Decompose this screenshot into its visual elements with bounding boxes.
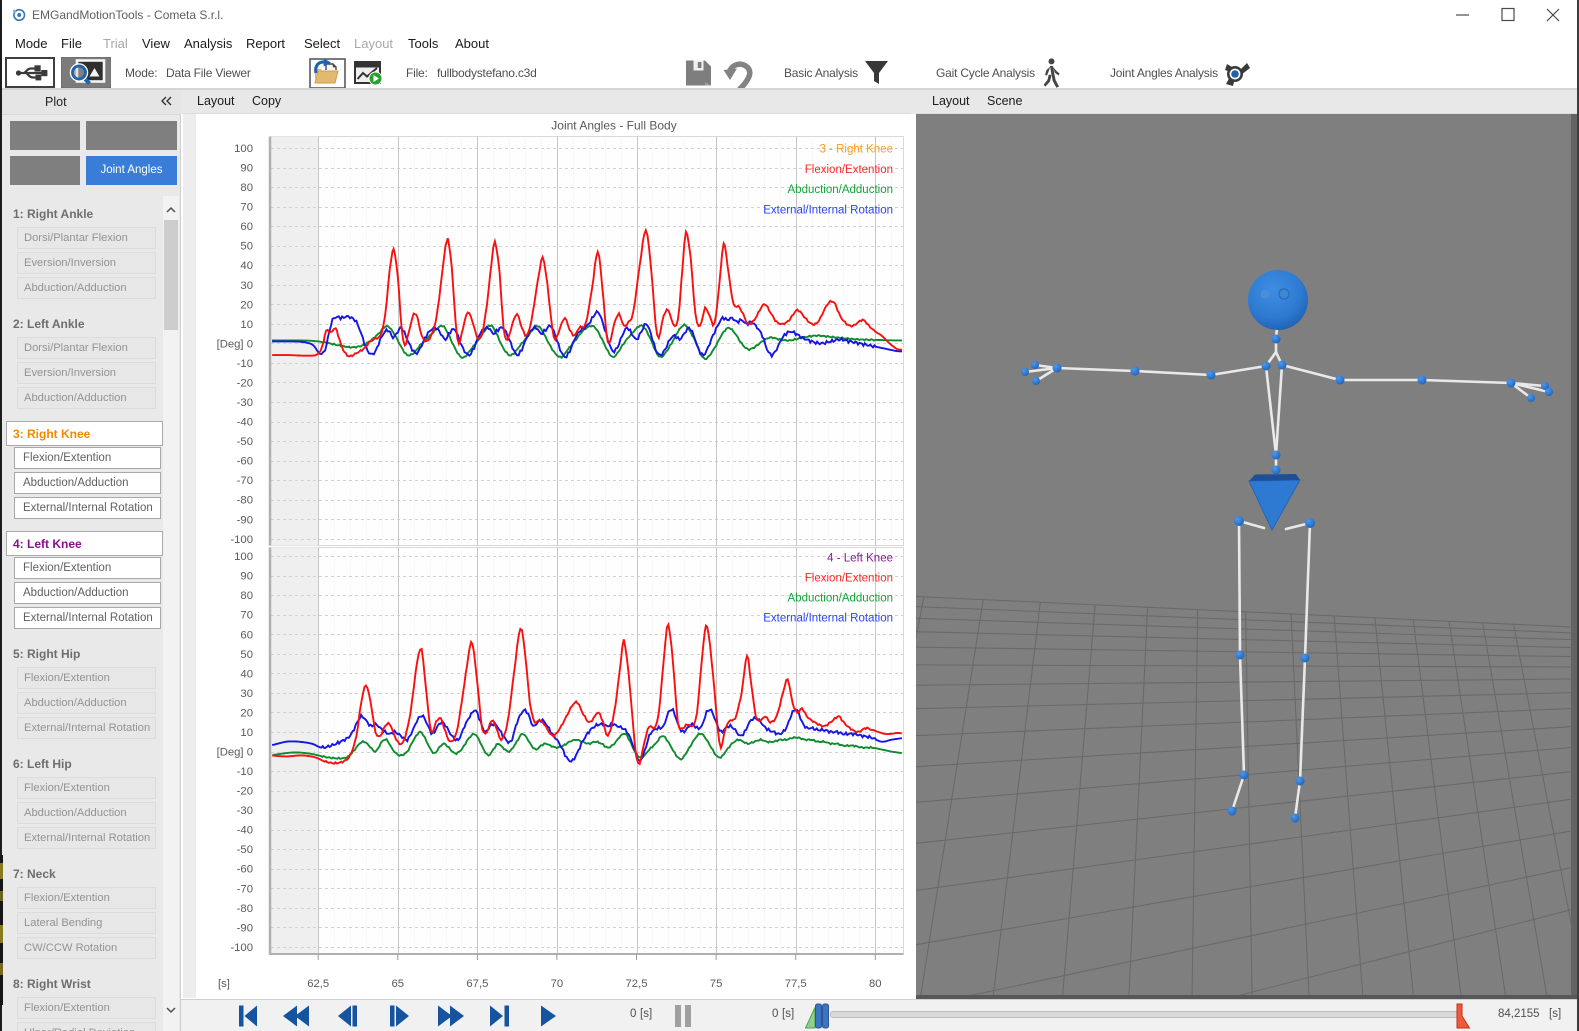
svg-text:-90: -90 — [237, 922, 253, 934]
svg-text:50: 50 — [240, 649, 253, 661]
svg-text:Joint Angles - Full Body: Joint Angles - Full Body — [551, 119, 676, 133]
svg-text:-10: -10 — [237, 766, 253, 778]
svg-text:[s]: [s] — [218, 978, 230, 990]
svg-text:72,5: 72,5 — [626, 978, 648, 990]
svg-text:-40: -40 — [237, 825, 253, 837]
svg-text:-70: -70 — [237, 883, 253, 895]
svg-text:[Deg] 0: [Deg] 0 — [217, 338, 253, 350]
svg-text:-20: -20 — [237, 786, 253, 798]
svg-text:-80: -80 — [237, 903, 253, 915]
svg-text:-50: -50 — [237, 844, 253, 856]
svg-text:67,5: 67,5 — [466, 978, 488, 990]
svg-text:70: 70 — [240, 202, 253, 214]
svg-text:-70: -70 — [237, 475, 253, 487]
svg-text:-30: -30 — [237, 397, 253, 409]
svg-text:-60: -60 — [237, 864, 253, 876]
svg-text:10: 10 — [240, 319, 253, 331]
svg-text:Flexion/Extention: Flexion/Extention — [805, 573, 893, 585]
svg-text:-100: -100 — [230, 534, 253, 546]
svg-text:-50: -50 — [237, 436, 253, 448]
svg-text:80: 80 — [240, 590, 253, 602]
svg-text:-60: -60 — [237, 456, 253, 468]
svg-text:40: 40 — [240, 260, 253, 272]
svg-text:Flexion/Extention: Flexion/Extention — [805, 164, 893, 176]
svg-text:External/Internal Rotation: External/Internal Rotation — [763, 613, 893, 625]
svg-text:40: 40 — [240, 668, 253, 680]
svg-text:30: 30 — [240, 688, 253, 700]
svg-text:-30: -30 — [237, 805, 253, 817]
svg-text:75: 75 — [710, 978, 723, 990]
svg-text:-10: -10 — [237, 358, 253, 370]
svg-text:-100: -100 — [230, 942, 253, 954]
svg-text:100: 100 — [234, 143, 253, 155]
svg-text:[Deg] 0: [Deg] 0 — [217, 747, 253, 759]
svg-text:External/Internal Rotation: External/Internal Rotation — [763, 205, 893, 217]
svg-text:4 - Left Knee: 4 - Left Knee — [827, 553, 893, 565]
svg-text:80: 80 — [240, 182, 253, 194]
svg-text:50: 50 — [240, 241, 253, 253]
svg-text:60: 60 — [240, 221, 253, 233]
svg-text:-80: -80 — [237, 495, 253, 507]
svg-text:65: 65 — [392, 978, 405, 990]
svg-text:10: 10 — [240, 727, 253, 739]
svg-text:20: 20 — [240, 299, 253, 311]
svg-text:80: 80 — [869, 978, 882, 990]
svg-text:70: 70 — [240, 610, 253, 622]
svg-text:Abduction/Adduction: Abduction/Adduction — [788, 184, 894, 196]
svg-text:-40: -40 — [237, 417, 253, 429]
svg-text:77,5: 77,5 — [785, 978, 807, 990]
svg-text:-90: -90 — [237, 514, 253, 526]
svg-text:3 - Right Knee: 3 - Right Knee — [819, 144, 893, 156]
svg-text:90: 90 — [240, 571, 253, 583]
svg-text:60: 60 — [240, 629, 253, 641]
svg-text:30: 30 — [240, 280, 253, 292]
svg-text:90: 90 — [240, 163, 253, 175]
svg-text:62,5: 62,5 — [307, 978, 329, 990]
svg-text:20: 20 — [240, 707, 253, 719]
svg-text:100: 100 — [234, 551, 253, 563]
svg-text:-20: -20 — [237, 377, 253, 389]
svg-text:70: 70 — [551, 978, 564, 990]
svg-text:Abduction/Adduction: Abduction/Adduction — [788, 593, 894, 605]
